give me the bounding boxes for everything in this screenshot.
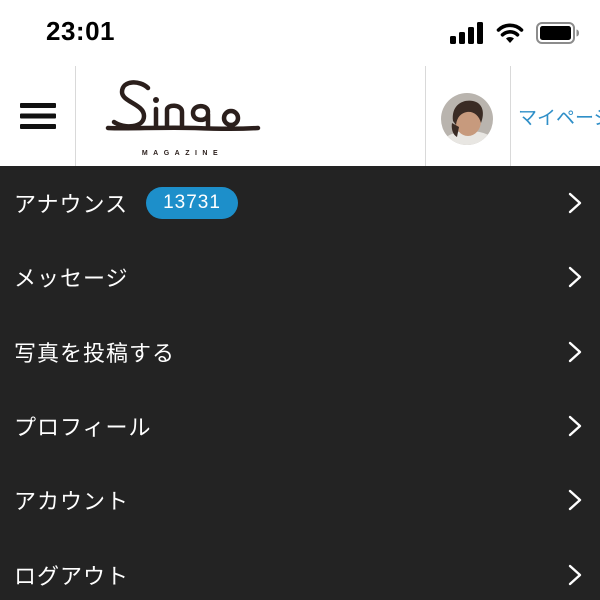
chevron-right-icon: [568, 489, 582, 511]
chevron-right-icon: [568, 415, 582, 437]
status-bar: 23:01: [0, 0, 600, 66]
hamburger-menu-icon: [19, 103, 56, 129]
menu-item-logout[interactable]: ログアウト: [0, 538, 600, 600]
menu-item-label: アナウンス: [14, 193, 129, 218]
chevron-right-icon: [568, 266, 582, 288]
announcement-count-badge: 13731: [146, 187, 238, 219]
user-photo: [441, 93, 493, 145]
header-divider: [510, 66, 511, 166]
menu-item-label: ログアウト: [14, 565, 130, 590]
cellular-signal-icon: [450, 22, 483, 44]
menu-item-messages[interactable]: メッセージ: [0, 240, 600, 314]
chevron-right-icon: [568, 341, 582, 363]
avatar[interactable]: [441, 93, 493, 145]
menu-item-account[interactable]: アカウント: [0, 463, 600, 537]
chevron-right-icon: [568, 564, 582, 586]
logo-wordmark: [105, 80, 261, 131]
header-divider: [75, 66, 76, 166]
chevron-right-icon: [568, 192, 582, 214]
mypage-link[interactable]: マイページ: [518, 103, 600, 130]
menu-item-label: アカウント: [14, 490, 130, 515]
hamburger-menu-button[interactable]: [0, 66, 75, 166]
menu-item-label: 写真を投稿する: [14, 342, 176, 367]
menu-item-profile[interactable]: プロフィール: [0, 389, 600, 463]
header-divider: [425, 66, 426, 166]
menu-item-announcements[interactable]: アナウンス 13731: [0, 166, 600, 240]
menu-item-label: プロフィール: [14, 416, 152, 441]
site-logo[interactable]: MAGAZINE: [100, 76, 265, 161]
logo-subtext: MAGAZINE: [141, 150, 224, 157]
menu-item-post-photo[interactable]: 写真を投稿する: [0, 315, 600, 389]
battery-icon: [536, 22, 579, 44]
navigation-menu: アナウンス 13731 メッセージ 写真を投稿する プロフィール アカウント ロ…: [0, 166, 600, 600]
status-time: 23:01: [46, 16, 115, 46]
status-icons: [450, 20, 580, 46]
wifi-icon: [496, 23, 524, 43]
menu-item-label: メッセージ: [14, 267, 129, 292]
site-header: MAGAZINE マイページ: [0, 66, 600, 166]
